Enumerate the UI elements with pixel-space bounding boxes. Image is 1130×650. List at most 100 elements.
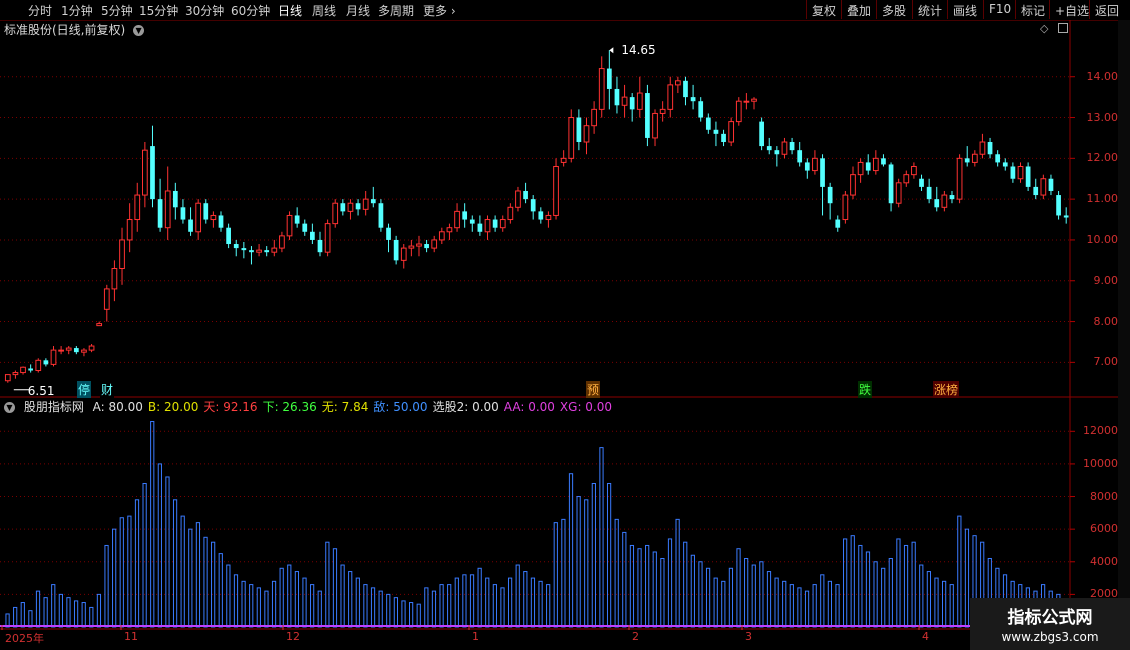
volume-bar	[393, 597, 398, 628]
indicator-param-8: XG: 0.00	[559, 400, 613, 414]
toolbar-button-5[interactable]: F10	[983, 0, 1016, 19]
period-tab-1[interactable]: 1分钟	[61, 2, 93, 19]
volume-bar	[599, 447, 604, 628]
candle-body	[279, 235, 285, 249]
indicator-param-3: 下: 26.36	[262, 400, 317, 414]
volume-bar	[660, 558, 665, 628]
volume-bar	[919, 564, 924, 628]
volume-bar	[157, 463, 162, 628]
volume-bar	[439, 584, 444, 628]
candle-body	[355, 203, 361, 210]
event-tag-4[interactable]: 涨榜	[933, 381, 960, 398]
toolbar-button-3[interactable]: 统计	[912, 0, 947, 19]
diamond-icon[interactable]: ◇	[1040, 22, 1048, 35]
volume-bar	[850, 535, 855, 628]
candle-body	[378, 203, 384, 228]
period-tab-0[interactable]: 分时	[28, 2, 52, 19]
volume-bar	[13, 606, 18, 628]
volume-bar	[233, 574, 239, 628]
volume-bar	[903, 544, 909, 628]
candle-body	[111, 268, 118, 290]
event-tag-2[interactable]: 预	[586, 381, 601, 398]
volume-bar	[843, 538, 848, 628]
candle-body	[332, 202, 339, 225]
toolbar-button-2[interactable]: 多股	[876, 0, 911, 19]
toolbar-button-4[interactable]: 画线	[947, 0, 982, 19]
candle-body	[210, 214, 217, 221]
volume-bar	[355, 577, 360, 628]
volume-bar	[469, 574, 475, 628]
volume-bar	[759, 561, 764, 628]
period-tab-6[interactable]: 日线	[278, 2, 302, 19]
toolbar-button-6[interactable]: 标记	[1015, 0, 1050, 19]
event-tag-0[interactable]: 停	[77, 381, 92, 398]
volume-bar	[614, 518, 619, 628]
candle-body	[690, 97, 696, 102]
volume-bar	[20, 602, 25, 628]
volume-bar	[629, 544, 635, 628]
candle-body	[606, 68, 612, 89]
candle-body	[226, 227, 231, 245]
toolbar-button-7[interactable]: +自选	[1049, 0, 1094, 19]
period-tab-4[interactable]: 30分钟	[185, 2, 224, 19]
kline-title[interactable]: 标准股份(日线,前复权) ▼	[4, 21, 145, 38]
price-tick-label: 9.00	[1093, 273, 1119, 287]
candle-body	[142, 149, 148, 196]
date-label: 11	[124, 630, 138, 643]
candle-body	[941, 194, 948, 208]
event-tag-1[interactable]: 财	[100, 381, 115, 398]
indicator-name: 股朋指标网	[23, 400, 84, 414]
candle-body	[386, 227, 391, 240]
candle-body	[560, 157, 567, 163]
candle-body	[431, 239, 438, 249]
volume-bar	[325, 541, 330, 628]
candle-body	[538, 211, 544, 220]
volume-bar	[431, 590, 437, 628]
volume-bar	[774, 577, 779, 628]
candle-body	[302, 223, 308, 232]
volume-bar	[888, 558, 893, 628]
candle-body	[469, 219, 475, 224]
candle-body	[797, 150, 803, 163]
toolbar-button-0[interactable]: 复权	[806, 0, 841, 19]
date-label: 12	[286, 630, 300, 643]
candle-body	[462, 211, 468, 220]
period-tab-5[interactable]: 60分钟	[231, 2, 270, 19]
candle-body	[408, 245, 415, 249]
period-tab-8[interactable]: 月线	[346, 2, 370, 19]
volume-bar	[150, 421, 155, 628]
volume-bar	[462, 574, 467, 628]
volume-bar	[454, 577, 459, 628]
candle-body	[119, 239, 125, 270]
volume-bar	[606, 482, 612, 628]
volume-bar	[911, 541, 916, 628]
period-tab-10[interactable]: 更多 ›	[423, 2, 456, 19]
candle-body	[911, 165, 917, 176]
toolbar-button-8[interactable]: 返回	[1089, 0, 1124, 19]
volume-bar	[705, 567, 711, 628]
period-tab-7[interactable]: 周线	[312, 2, 336, 19]
period-tab-3[interactable]: 15分钟	[139, 2, 178, 19]
volume-bar	[127, 515, 132, 628]
toolbar-button-1[interactable]: 叠加	[841, 0, 876, 19]
period-tab-9[interactable]: 多周期	[378, 2, 414, 19]
candle-body	[781, 141, 788, 155]
volume-bar	[530, 577, 536, 628]
volume-bar	[226, 564, 231, 628]
window-icon[interactable]	[1058, 23, 1068, 33]
volume-bar	[835, 584, 840, 628]
volume-bar	[865, 551, 871, 628]
high-price-label: 14.65	[621, 43, 655, 57]
volume-bar	[294, 571, 300, 628]
volume-bar	[881, 567, 886, 628]
volume-bar	[35, 590, 41, 628]
candle-body	[949, 195, 955, 200]
candle-body	[804, 162, 810, 171]
low-price-label: 6.51	[28, 384, 55, 398]
period-tab-2[interactable]: 5分钟	[101, 2, 133, 19]
event-tag-3[interactable]: 跌	[858, 381, 873, 398]
volume-bar	[142, 482, 147, 628]
chevron-down-icon[interactable]: ▼	[133, 25, 145, 36]
volume-tick-label: 10000	[1083, 456, 1118, 470]
chevron-down-icon[interactable]: ▼	[4, 402, 15, 413]
